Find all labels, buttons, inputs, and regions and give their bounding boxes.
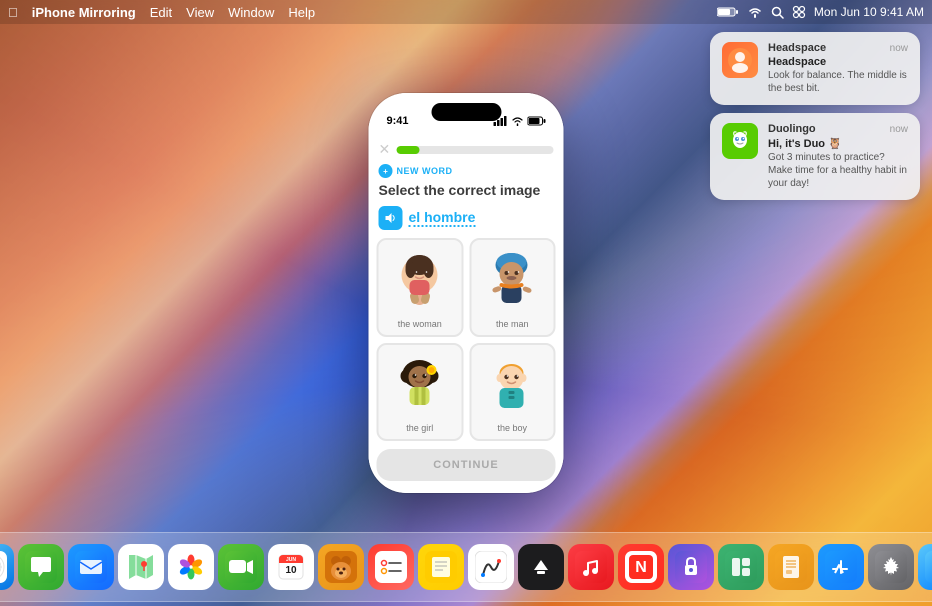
dock-item-news[interactable]: N: [618, 544, 664, 590]
dock-item-numbers[interactable]: [718, 544, 764, 590]
dock-item-notes[interactable]: [418, 544, 464, 590]
choice-girl[interactable]: the girl: [377, 343, 464, 442]
speaker-button[interactable]: [379, 206, 403, 230]
continue-button[interactable]: CONTINUE: [377, 449, 556, 481]
dock-item-iphone-mirror[interactable]: [918, 544, 932, 590]
choice-man-label: the man: [496, 319, 529, 329]
question-title: Select the correct image: [369, 180, 564, 204]
new-word-badge: + NEW WORD: [369, 162, 564, 180]
top-bar: ✕: [369, 137, 564, 162]
notif-header: Headspace now: [768, 42, 908, 54]
notif-duolingo-title: Hi, it's Duo 🦉: [768, 137, 908, 150]
notif-headspace-body: Look for balance. The middle is the best…: [768, 69, 908, 95]
menubar-help[interactable]: Help: [288, 5, 315, 20]
menubar-control-center-icon[interactable]: [792, 5, 806, 19]
notification-headspace[interactable]: Headspace now Headspace Look for balance…: [710, 32, 920, 105]
dock-item-safari[interactable]: [0, 544, 14, 590]
new-word-icon: +: [379, 164, 393, 178]
dock-item-bear[interactable]: [318, 544, 364, 590]
svg-text:10: 10: [285, 565, 297, 576]
dock-item-music[interactable]: [568, 544, 614, 590]
dock-item-reminders[interactable]: [368, 544, 414, 590]
menubar-edit[interactable]: Edit: [150, 5, 172, 20]
iphone-time: 9:41: [387, 115, 409, 127]
menubar-clock: Mon Jun 10 9:41 AM: [814, 5, 924, 19]
close-button[interactable]: ✕: [379, 141, 391, 158]
continue-text: CONTINUE: [433, 459, 498, 471]
dock-item-maps[interactable]: [118, 544, 164, 590]
notification-duolingo-icon: [722, 123, 758, 159]
menubar-view[interactable]: View: [186, 5, 214, 20]
dock-item-appletv[interactable]: [518, 544, 564, 590]
notification-duolingo-content: Duolingo now Hi, it's Duo 🦉 Got 3 minute…: [768, 123, 908, 190]
choice-girl-label: the girl: [406, 423, 433, 433]
menubar-battery-icon: [717, 6, 739, 18]
image-grid: the woman: [369, 238, 564, 441]
notif-headspace-app-name: Headspace: [768, 42, 826, 54]
notif-duolingo-body: Got 3 minutes to practice? Make time for…: [768, 151, 908, 190]
choice-man[interactable]: the man: [469, 238, 556, 337]
svg-text:N: N: [635, 559, 647, 576]
word-prompt: el hombre: [369, 204, 564, 238]
menubar-window[interactable]: Window: [228, 5, 274, 20]
apple-menu[interactable]: : [8, 5, 18, 20]
dock-item-appstore[interactable]: [818, 544, 864, 590]
notification-headspace-content: Headspace now Headspace Look for balance…: [768, 42, 908, 95]
iphone-status-bar: 9:41: [369, 93, 564, 137]
choice-boy[interactable]: the boy: [469, 343, 556, 442]
menubar:  iPhone Mirroring Edit View Window Help: [0, 0, 932, 24]
notifications-area: Headspace now Headspace Look for balance…: [710, 32, 920, 200]
notif-duo-header: Duolingo now: [768, 123, 908, 135]
iphone-status-icons: [494, 116, 546, 126]
notif-headspace-time: now: [890, 43, 908, 54]
duolingo-app-content: ✕ + NEW WORD Select the correct image el…: [369, 137, 564, 493]
svg-text:JUN: JUN: [286, 557, 296, 563]
choice-boy-label: the boy: [497, 423, 527, 433]
word-text: el hombre: [409, 209, 476, 227]
notif-duolingo-app-name: Duolingo: [768, 123, 816, 135]
new-word-label: NEW WORD: [397, 166, 453, 176]
menubar-left:  iPhone Mirroring Edit View Window Help: [8, 5, 315, 20]
dock-item-messages[interactable]: [18, 544, 64, 590]
progress-bar-container: [396, 146, 553, 154]
dock-item-calendar[interactable]: JUN 10: [268, 544, 314, 590]
choice-woman-label: the woman: [398, 319, 442, 329]
notification-headspace-icon: [722, 42, 758, 78]
dock-item-passwords[interactable]: [668, 544, 714, 590]
notification-duolingo[interactable]: Duolingo now Hi, it's Duo 🦉 Got 3 minute…: [710, 113, 920, 200]
menubar-right: Mon Jun 10 9:41 AM: [717, 5, 924, 19]
progress-bar-fill: [396, 146, 420, 154]
app-name-menu[interactable]: iPhone Mirroring: [32, 5, 136, 20]
dock-item-mail[interactable]: [68, 544, 114, 590]
dynamic-island: [431, 103, 501, 121]
dock-item-facetime[interactable]: [218, 544, 264, 590]
notif-duolingo-time: now: [890, 124, 908, 135]
choice-woman[interactable]: the woman: [377, 238, 464, 337]
notif-headspace-title: Headspace: [768, 56, 908, 68]
menubar-wifi-icon: [747, 6, 763, 18]
menubar-search-icon[interactable]: [771, 6, 784, 19]
iphone-frame: 9:41 ✕: [369, 93, 564, 493]
dock-item-pages[interactable]: [768, 544, 814, 590]
dock: JUN 10: [0, 532, 932, 602]
dock-item-photos[interactable]: [168, 544, 214, 590]
dock-item-freeform[interactable]: [468, 544, 514, 590]
dock-item-settings[interactable]: [868, 544, 914, 590]
